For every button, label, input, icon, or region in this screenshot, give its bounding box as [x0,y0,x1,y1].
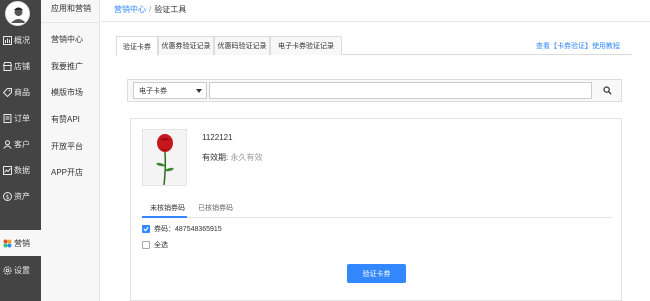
coupon-image [142,129,187,186]
tab-ecard-records[interactable]: 电子卡券验证记录 [270,36,342,55]
rose-icon [156,134,174,186]
caret-down-icon [196,89,202,93]
sidebar-item-label: 客户 [14,139,30,149]
select-all-label: 全选 [154,242,168,249]
sidebar-item-customers[interactable]: 客户 [0,131,41,157]
tab-coupon-records[interactable]: 优惠券验证记录 [158,36,214,55]
checkmark-icon [143,226,149,232]
sub-sidebar-title: 应用和营销 [51,4,91,13]
help-link[interactable]: 查看【卡券验证】使用教程 [536,41,620,51]
code-label: 券码：487548365915 [154,226,222,233]
sidebar-item-marketing[interactable]: 营销 [0,230,41,256]
store-icon [2,61,12,71]
sidebar-item-overview[interactable]: 概况 [0,27,41,53]
header: 营销中心 / 验证工具 [101,0,650,22]
search-bar: 电子卡券 [127,79,622,102]
divider [41,22,100,23]
code-status-tabs: 未核销券码 已核销券码 [142,203,612,218]
sub-item-promotion[interactable]: 我要推广 [51,61,83,72]
validity-value: 永久有效 [230,153,263,162]
sub-item-api[interactable]: 有赞API [51,114,80,125]
main-sidebar: 概况 店铺 商品 订单 客户 数据 $ 资产 营销 设置 [0,0,41,301]
sidebar-item-goods[interactable]: 商品 [0,79,41,105]
money-icon: $ [2,191,12,201]
sidebar-item-orders[interactable]: 订单 [0,105,41,131]
tab-bar: 验证卡券 优惠券验证记录 优惠码验证记录 电子卡券验证记录 查看【卡券验证】使用… [116,36,632,56]
select-all-checkbox[interactable] [142,241,150,249]
sidebar-item-label: 营销 [14,238,30,248]
breadcrumb-separator: / [149,5,152,14]
tab-verify-coupon[interactable]: 验证卡券 [116,36,158,56]
sidebar-item-label: 订单 [14,113,30,123]
sidebar-item-label: 概况 [14,35,30,45]
sidebar-item-label: 数据 [14,165,30,175]
marketing-icon [2,238,12,248]
sidebar-item-store[interactable]: 店铺 [0,53,41,79]
coupon-validity: 有效期: 永久有效 [202,152,262,163]
tab-verified-codes[interactable]: 已核销券码 [198,203,233,213]
coupon-type-select[interactable]: 电子卡券 [133,82,207,99]
code-input[interactable] [209,82,592,99]
breadcrumb-current: 验证工具 [154,5,187,14]
svg-text:$: $ [5,193,9,200]
sub-item-open-platform[interactable]: 开放平台 [51,141,83,152]
validity-label: 有效期: [202,153,229,162]
tab-promo-code-records[interactable]: 优惠码验证记录 [214,36,270,55]
main-content: 验证卡券 优惠券验证记录 优惠码验证记录 电子卡券验证记录 查看【卡券验证】使用… [101,23,650,301]
avatar-icon [6,2,29,25]
search-icon [602,86,612,95]
chart-icon [2,165,12,175]
code-row: 券码：487548365915 [142,224,222,234]
coupon-card: 1122121 有效期: 永久有效 未核销券码 已核销券码 券码：4875483… [130,118,622,301]
sidebar-item-settings[interactable]: 设置 [0,257,41,283]
gear-icon [2,265,12,275]
sub-item-marketing-center[interactable]: 营销中心 [51,34,83,45]
sidebar-item-label: 资产 [14,191,30,201]
sidebar-item-label: 店铺 [14,61,30,71]
coupon-name: 1122121 [202,133,233,142]
order-icon [2,113,12,123]
code-checkbox[interactable] [142,225,150,233]
sub-item-template-market[interactable]: 模版市场 [51,87,83,98]
active-tab-indicator [142,216,187,218]
sidebar-item-data[interactable]: 数据 [0,157,41,183]
sub-item-app-store[interactable]: APP开店 [51,167,83,178]
breadcrumb: 营销中心 / 验证工具 [114,4,186,15]
sidebar-item-label: 设置 [14,265,30,275]
breadcrumb-root[interactable]: 营销中心 [114,5,146,14]
sidebar-item-label: 商品 [14,87,30,97]
search-button[interactable] [596,82,618,99]
verify-coupon-button[interactable]: 验证卡券 [347,264,406,283]
select-all-row: 全选 [142,240,168,250]
avatar[interactable] [5,1,30,26]
tag-icon [2,87,12,97]
sub-sidebar: 应用和营销 营销中心 我要推广 模版市场 有赞API 开放平台 APP开店 [41,0,100,301]
sidebar-item-assets[interactable]: $ 资产 [0,183,41,209]
overview-icon [2,35,12,45]
tab-unverified-codes[interactable]: 未核销券码 [150,203,185,213]
user-icon [2,139,12,149]
coupon-type-value: 电子卡券 [139,87,167,95]
